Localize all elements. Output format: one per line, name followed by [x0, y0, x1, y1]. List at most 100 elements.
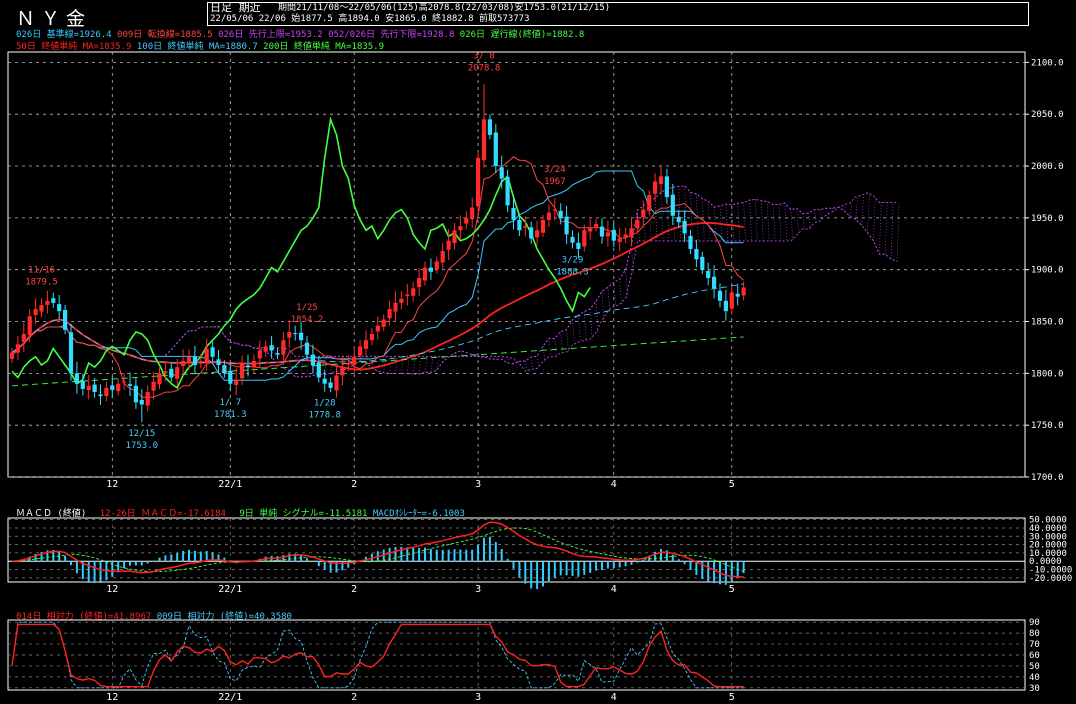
price-annotation-date: 3/24 [544, 165, 566, 175]
candle-body [487, 119, 492, 135]
ichimoku-cloud-hatch [896, 202, 900, 262]
price-annotation-value: 1879.5 [25, 277, 58, 287]
candle-body [322, 378, 327, 384]
ichimoku-cloud-hatch [607, 287, 611, 312]
candle-body [594, 224, 599, 227]
candle-body [417, 277, 422, 288]
ichimoku-cloud-hatch [890, 202, 894, 260]
candle-body [647, 195, 652, 211]
rsi-ytick-label: 60 [1029, 651, 1040, 661]
candle-body [464, 217, 469, 224]
candle-body [688, 235, 693, 249]
price-annotation-value: 1753.0 [126, 441, 159, 451]
candle-body [257, 350, 262, 359]
price-panel-frame [7, 51, 1026, 478]
candle-body [505, 177, 510, 206]
price-annotation-date: 1/25 [296, 303, 318, 313]
candle-body [440, 251, 445, 263]
ichimoku-cloud-hatch [395, 356, 398, 374]
candle-body [39, 304, 44, 312]
ichimoku-cloud-hatch [418, 356, 422, 375]
rsi-ytick-label: 90 [1029, 618, 1040, 628]
rsi14-line [11, 623, 744, 688]
price-annotation-value: 1854.2 [291, 315, 324, 325]
candle-body [110, 385, 115, 390]
rsi-xtick-label: 12 [106, 692, 118, 703]
candle-body [352, 356, 357, 365]
candle-body [411, 288, 416, 296]
candle-body [682, 220, 687, 234]
candle-body [151, 381, 156, 391]
candle-body [51, 298, 56, 303]
candle-body [304, 342, 310, 355]
candle-body [198, 360, 203, 363]
ichimoku-cloud-hatch [430, 356, 434, 373]
candle-body [558, 210, 563, 218]
price-annotation-value: 1778.8 [308, 411, 341, 421]
ichimoku-cloud-hatch [784, 202, 788, 241]
macd-line [11, 521, 744, 578]
candle-body [281, 340, 286, 355]
ichimoku-cloud-hatch [654, 197, 658, 241]
rsi-xtick-label: 3 [475, 692, 481, 703]
candle-body [369, 333, 374, 341]
candle-body [228, 370, 233, 384]
candle-body [293, 333, 298, 335]
ma200-line [11, 336, 744, 387]
rsi-xtick-label: 5 [729, 692, 735, 703]
candle-body [192, 356, 197, 366]
candle-body [723, 300, 728, 312]
ichimoku-cloud-hatch [843, 204, 847, 211]
candle-body [175, 367, 180, 379]
rsi-ytick-label: 80 [1029, 629, 1040, 639]
candle-body [405, 294, 410, 297]
candle-body [694, 248, 699, 260]
candle-body [163, 371, 168, 374]
candle-body [299, 332, 304, 341]
candle-body [588, 228, 593, 232]
rsi-ytick-label: 50 [1029, 662, 1040, 672]
candle-body [216, 359, 221, 366]
ichimoku-cloud-hatch [707, 201, 711, 241]
price-annotation-date: 1/28 [314, 399, 336, 409]
ichimoku-cloud-hatch [619, 278, 623, 305]
price-ytick-label: 1850.0 [1031, 318, 1064, 328]
candle-body [499, 167, 504, 179]
candle-body [74, 373, 79, 384]
macd-xtick-label: 12 [106, 584, 118, 595]
candle-body [245, 365, 251, 368]
ichimoku-cloud-hatch [796, 208, 800, 235]
candle-body [287, 331, 292, 338]
rsi-ytick-label: 70 [1029, 640, 1040, 650]
ichimoku-cloud-hatch [867, 192, 870, 233]
candle-body [98, 394, 103, 397]
ichimoku-cloud-hatch [802, 213, 805, 230]
kijun-line [11, 170, 744, 381]
macd-xtick-label: 22/1 [218, 584, 242, 595]
candle-body [45, 300, 50, 305]
candle-body [399, 298, 404, 303]
candle-body [517, 219, 522, 231]
ichimoku-cloud-hatch [760, 200, 764, 241]
candle-body [670, 194, 675, 216]
candle-body [116, 383, 121, 392]
candle-body [523, 226, 528, 228]
price-annotation-date: 11/16 [28, 265, 55, 275]
price-ytick-label: 1750.0 [1031, 421, 1064, 431]
ichimoku-cloud-hatch [578, 315, 581, 342]
ichimoku-cloud-hatch [560, 331, 564, 353]
ichimoku-cloud-hatch [861, 194, 864, 226]
candle-body [316, 362, 321, 378]
candle-body [363, 340, 369, 349]
candle-body [564, 216, 569, 235]
macd-signal-line [11, 527, 744, 573]
ichimoku-cloud-hatch [536, 355, 540, 369]
ichimoku-cloud-hatch [589, 308, 593, 340]
candle-body [86, 385, 91, 391]
candle-body [204, 348, 209, 363]
candle-body [717, 290, 723, 301]
candle-body [234, 379, 239, 385]
candle-body [269, 345, 274, 351]
ichimoku-cloud-hatch [749, 199, 752, 241]
candle-body [599, 226, 605, 237]
